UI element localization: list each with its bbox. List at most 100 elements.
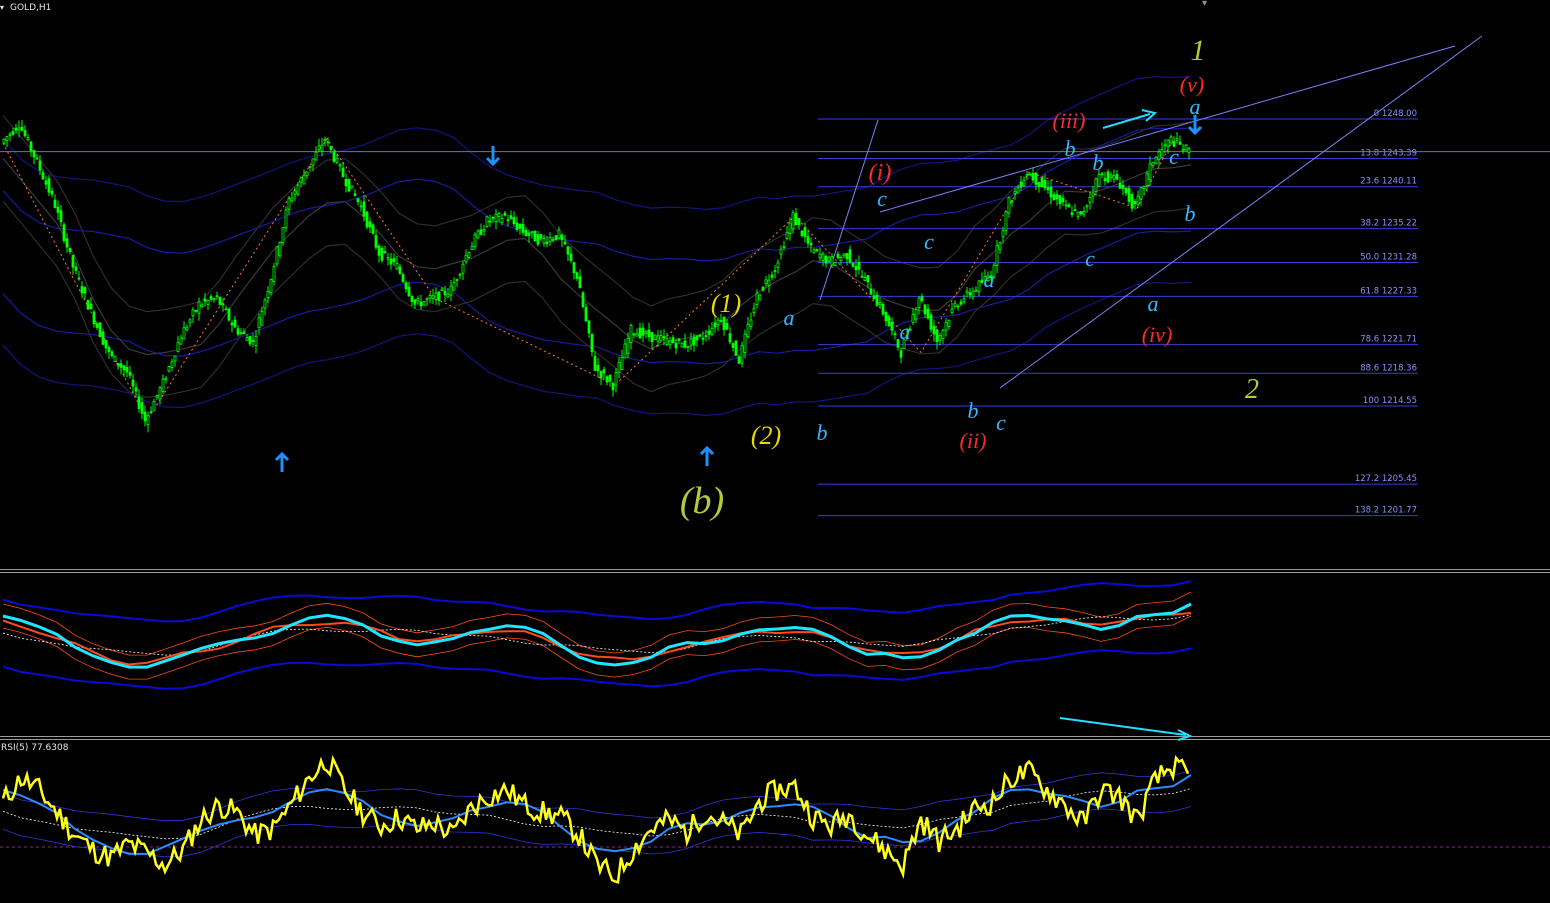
candle-body — [143, 411, 147, 422]
wave-label: c — [1085, 246, 1095, 271]
fib-level-label: 78.6 1221.71 — [1360, 335, 1417, 345]
candle-body — [89, 303, 93, 310]
candle-body — [104, 339, 108, 349]
candle-body — [119, 363, 123, 368]
candle-body — [5, 135, 9, 141]
candle-body — [923, 304, 927, 315]
candle-body — [176, 342, 180, 353]
candle-body — [215, 295, 219, 298]
candle-body — [557, 229, 561, 239]
candle-body — [545, 241, 549, 244]
candle-body — [122, 365, 126, 371]
candle-body — [638, 327, 642, 339]
candle-body — [434, 292, 438, 300]
shift-marker-icon[interactable]: ▾ — [1202, 0, 1207, 9]
candle-body — [191, 309, 195, 317]
candle-body — [716, 319, 720, 326]
candle-body — [296, 184, 300, 195]
candle-body — [734, 340, 738, 356]
candle-body — [614, 372, 618, 386]
candle-body — [200, 304, 204, 308]
wave-label: c — [1169, 144, 1179, 169]
candle-body — [581, 292, 585, 308]
candle-body — [686, 345, 690, 348]
candle-body — [356, 198, 360, 203]
trading-chart[interactable]: 0 1248.0013.8 1243.3923.6 1240.1138.2 12… — [0, 0, 1550, 903]
candle-body — [440, 288, 444, 291]
candle-body — [1064, 204, 1068, 207]
candle-body — [1112, 175, 1116, 180]
candle-body — [110, 351, 114, 357]
candle-body — [731, 343, 735, 348]
candle-body — [1034, 172, 1038, 185]
candle-body — [824, 256, 828, 264]
candle-body — [698, 334, 702, 337]
wave-label: a — [784, 305, 795, 330]
candle-body — [488, 220, 492, 223]
candle-body — [605, 376, 609, 383]
candle-body — [1049, 186, 1053, 198]
wave-label: b — [1185, 201, 1196, 226]
candle-body — [467, 252, 471, 258]
candle-body — [1121, 184, 1125, 189]
candle-body — [161, 378, 165, 392]
candle-body — [77, 277, 81, 280]
candle-body — [269, 279, 273, 294]
candle-body — [755, 292, 759, 305]
candle-body — [320, 144, 324, 152]
wave-label: c — [996, 410, 1006, 435]
candle-body — [1070, 212, 1074, 215]
candle-body — [1097, 173, 1101, 187]
candle-body — [1187, 148, 1191, 154]
candle-body — [383, 251, 387, 254]
candle-body — [479, 229, 483, 235]
candle-body — [641, 327, 645, 336]
candle-body — [1013, 190, 1017, 195]
candle-body — [719, 320, 723, 322]
candle-body — [212, 298, 216, 301]
candle-body — [1007, 197, 1011, 214]
candle-body — [515, 222, 519, 230]
candle-body — [932, 325, 936, 335]
candle-body — [323, 139, 327, 142]
candle-body — [770, 274, 774, 278]
candle-body — [1022, 179, 1026, 187]
candle-body — [50, 190, 54, 195]
candle-body — [347, 178, 351, 192]
candle-body — [566, 246, 570, 255]
candle-body — [131, 379, 135, 387]
candle-body — [575, 272, 579, 279]
rsi-label: RSI(5) 77.6308 — [1, 743, 69, 753]
candle-body — [818, 253, 822, 259]
candle-body — [455, 279, 459, 281]
candle-body — [530, 231, 534, 234]
candle-body — [656, 335, 660, 342]
candle-body — [752, 307, 756, 313]
candle-body — [377, 245, 381, 256]
candle-body — [140, 402, 144, 414]
candle-body — [602, 369, 606, 374]
candle-body — [947, 319, 951, 327]
menu-triangle-icon[interactable]: ▾ — [0, 3, 4, 12]
candle-body — [173, 355, 177, 362]
candle-body — [950, 308, 954, 314]
candle-body — [944, 322, 948, 331]
candle-body — [305, 171, 309, 177]
wave-label: b — [1093, 150, 1104, 175]
candle-body — [230, 322, 234, 326]
candle-body — [842, 253, 846, 257]
candle-body — [95, 323, 99, 328]
candle-body — [911, 314, 915, 323]
candle-body — [1145, 173, 1149, 186]
candle-body — [167, 366, 171, 372]
candle-body — [74, 266, 78, 271]
candle-body — [704, 335, 708, 337]
candle-body — [794, 213, 798, 226]
candle-body — [926, 308, 930, 319]
candle-body — [1181, 149, 1185, 152]
candle-body — [1085, 204, 1089, 208]
candle-body — [521, 224, 525, 233]
wave-label: c — [877, 186, 887, 211]
candle-body — [1184, 144, 1188, 151]
fib-level-label: 61.8 1227.33 — [1360, 286, 1417, 296]
